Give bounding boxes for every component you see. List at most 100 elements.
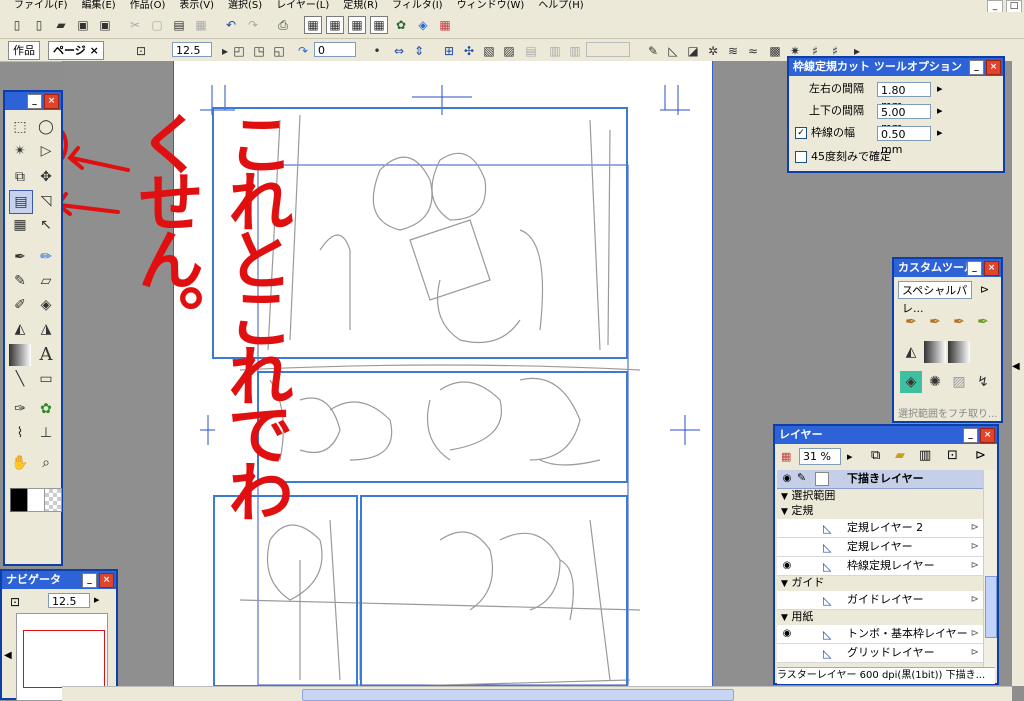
active-layer-row[interactable]: ◉ ✎ 下描きレイヤー: [777, 470, 983, 489]
h-gap-input[interactable]: 1.80 mm: [877, 82, 931, 112]
custom-menu-icon[interactable]: ⊳: [980, 283, 989, 296]
text-tool-icon[interactable]: A: [35, 344, 57, 366]
close-button[interactable]: ×: [986, 60, 1001, 75]
folder-toggle-icon[interactable]: ▼: [781, 492, 788, 502]
marker-icon[interactable]: ✎: [9, 270, 31, 292]
eye-icon[interactable]: ◉: [779, 471, 795, 487]
layer-scroll-thumb[interactable]: [985, 576, 997, 638]
layer-folder[interactable]: ▼ 選択範囲: [777, 489, 983, 503]
minimize-button[interactable]: _: [82, 573, 97, 588]
delete-layer-icon[interactable]: ▥: [919, 448, 931, 463]
background-color-swatch[interactable]: [27, 488, 45, 512]
layer-move-icon[interactable]: ⧉: [9, 166, 31, 188]
close-button[interactable]: ×: [99, 573, 114, 588]
lasso-icon[interactable]: ◯: [35, 116, 57, 138]
layer-menu-icon[interactable]: ⊳: [971, 591, 979, 609]
h-gap-arrow-icon[interactable]: ▸: [937, 82, 943, 95]
snap45-checkbox[interactable]: [795, 151, 807, 163]
layer-menu-icon[interactable]: ⊳: [971, 557, 979, 575]
vertical-scrollbar[interactable]: ◀: [1012, 61, 1024, 686]
eyedropper-icon[interactable]: ✑: [9, 398, 31, 420]
collapse-arrow-icon[interactable]: ◀: [1012, 361, 1020, 372]
folder-toggle-icon[interactable]: ▼: [781, 613, 788, 623]
lock-layer-icon[interactable]: ⊡: [947, 448, 958, 463]
close-button[interactable]: ×: [984, 261, 999, 276]
line-tool-icon[interactable]: ╲: [9, 368, 31, 390]
line-width-arrow-icon[interactable]: ▸: [937, 126, 943, 139]
zoom-dropdown-icon[interactable]: ▸: [94, 593, 100, 606]
layer-menu-icon[interactable]: ⊳: [971, 625, 979, 643]
layer-folder[interactable]: ▼ 用紙: [777, 610, 983, 624]
folder-toggle-icon[interactable]: ▼: [781, 579, 788, 589]
sparkle-icon[interactable]: ✺: [924, 371, 946, 393]
layer-color-icon[interactable]: ▦: [781, 450, 791, 463]
layer-list[interactable]: ▼ 選択範囲 ▼ 定規 ◺ 定規レイヤー 2 ⊳ ◺ 定規レイヤー ⊳ ◉ ◺ 枠線定規レイヤー ⊳ ▼…: [777, 489, 983, 667]
hand-icon[interactable]: ✋: [9, 452, 31, 474]
gradient-icon[interactable]: [9, 344, 31, 366]
eye-icon[interactable]: ◉: [779, 558, 795, 574]
pen-preset-1-icon[interactable]: ✒: [900, 311, 922, 333]
eye-icon[interactable]: [779, 539, 795, 555]
layer-zoom-arrow-icon[interactable]: ▸: [847, 450, 853, 463]
move-icon[interactable]: ✥: [35, 166, 57, 188]
line-width-checkbox[interactable]: ✓: [795, 127, 807, 139]
layer-folder[interactable]: ▼ ガイド: [777, 576, 983, 590]
minimize-button[interactable]: _: [969, 60, 984, 75]
hatch-preset-icon[interactable]: ▨: [948, 371, 970, 393]
navigator-zoom-field[interactable]: 12.5: [48, 593, 90, 608]
zoom-tool-icon[interactable]: ⌕: [35, 452, 57, 474]
fill-preset-icon[interactable]: ◭: [900, 341, 922, 363]
layer-menu-icon[interactable]: ⊳: [971, 538, 979, 556]
blur-icon[interactable]: ⌇: [9, 422, 31, 444]
v-gap-arrow-icon[interactable]: ▸: [937, 104, 943, 117]
close-button[interactable]: ×: [44, 94, 59, 109]
pen-preset-2-icon[interactable]: ✒: [924, 311, 946, 333]
rectangle-tool-icon[interactable]: ▭: [35, 368, 57, 390]
layer-row[interactable]: ◺ 定規レイヤー 2 ⊳: [777, 519, 983, 538]
panel-icon[interactable]: ▦: [9, 214, 31, 236]
layer-menu-icon[interactable]: ⊳: [971, 644, 979, 662]
eye-icon[interactable]: [779, 645, 795, 661]
folder-toggle-icon[interactable]: ▼: [781, 507, 788, 517]
effect-line-icon[interactable]: ↯: [972, 371, 994, 393]
transform-icon[interactable]: ◹: [35, 190, 57, 212]
transparent-color-swatch[interactable]: [44, 488, 62, 512]
new-folder-icon[interactable]: ▰: [895, 448, 905, 463]
object-select-icon[interactable]: ▷: [35, 140, 57, 162]
new-layer-icon[interactable]: ⧉: [871, 448, 880, 463]
layer-folder[interactable]: ▼ 定規: [777, 504, 983, 518]
custom-preset-select[interactable]: スペシャルパレ...: [898, 281, 972, 315]
pattern-fill-icon[interactable]: ◮: [35, 318, 57, 340]
pencil-tool-icon[interactable]: ✏: [35, 246, 57, 268]
layer-row[interactable]: ◉ ◺ トンボ・基本枠レイヤー ⊳: [777, 625, 983, 644]
brush-icon[interactable]: ✐: [9, 294, 31, 316]
v-gap-input[interactable]: 5.00 mm: [877, 104, 931, 134]
layer-zoom-field[interactable]: 31 %: [799, 448, 841, 465]
horizontal-scroll-thumb[interactable]: [302, 689, 734, 701]
navigator-view-rect[interactable]: [23, 630, 105, 688]
gradient-preset-2-icon[interactable]: [948, 341, 970, 363]
select-arrow-icon[interactable]: ↖: [35, 214, 57, 236]
minimize-button[interactable]: _: [967, 261, 982, 276]
close-button[interactable]: ×: [980, 428, 995, 443]
foreground-color-swatch[interactable]: [10, 488, 28, 512]
layer-scrollbar[interactable]: [983, 470, 997, 668]
layer-menu-icon[interactable]: ⊳: [975, 448, 986, 463]
eye-icon[interactable]: [779, 592, 795, 608]
eraser-icon[interactable]: ▱: [35, 270, 57, 292]
tone-icon[interactable]: ✿: [35, 398, 57, 420]
minimize-button[interactable]: _: [27, 94, 42, 109]
minimize-button[interactable]: _: [963, 428, 978, 443]
nav-left-arrow-icon[interactable]: ◀: [4, 650, 12, 661]
frame-ruler-cut-icon[interactable]: ▤: [9, 190, 33, 214]
tone-preset-icon[interactable]: ◈: [900, 371, 922, 393]
pen-preset-4-icon[interactable]: ✒: [972, 311, 994, 333]
fill-icon[interactable]: ◭: [9, 318, 31, 340]
pen-tool-icon[interactable]: ✒: [9, 246, 31, 268]
stamp-icon[interactable]: ⊥: [35, 422, 57, 444]
magic-wand-icon[interactable]: ✴: [9, 140, 31, 162]
eye-icon[interactable]: [779, 520, 795, 536]
eye-icon[interactable]: ◉: [779, 626, 795, 642]
zoom-icon[interactable]: ⊡: [10, 595, 20, 609]
pen-preset-3-icon[interactable]: ✒: [948, 311, 970, 333]
